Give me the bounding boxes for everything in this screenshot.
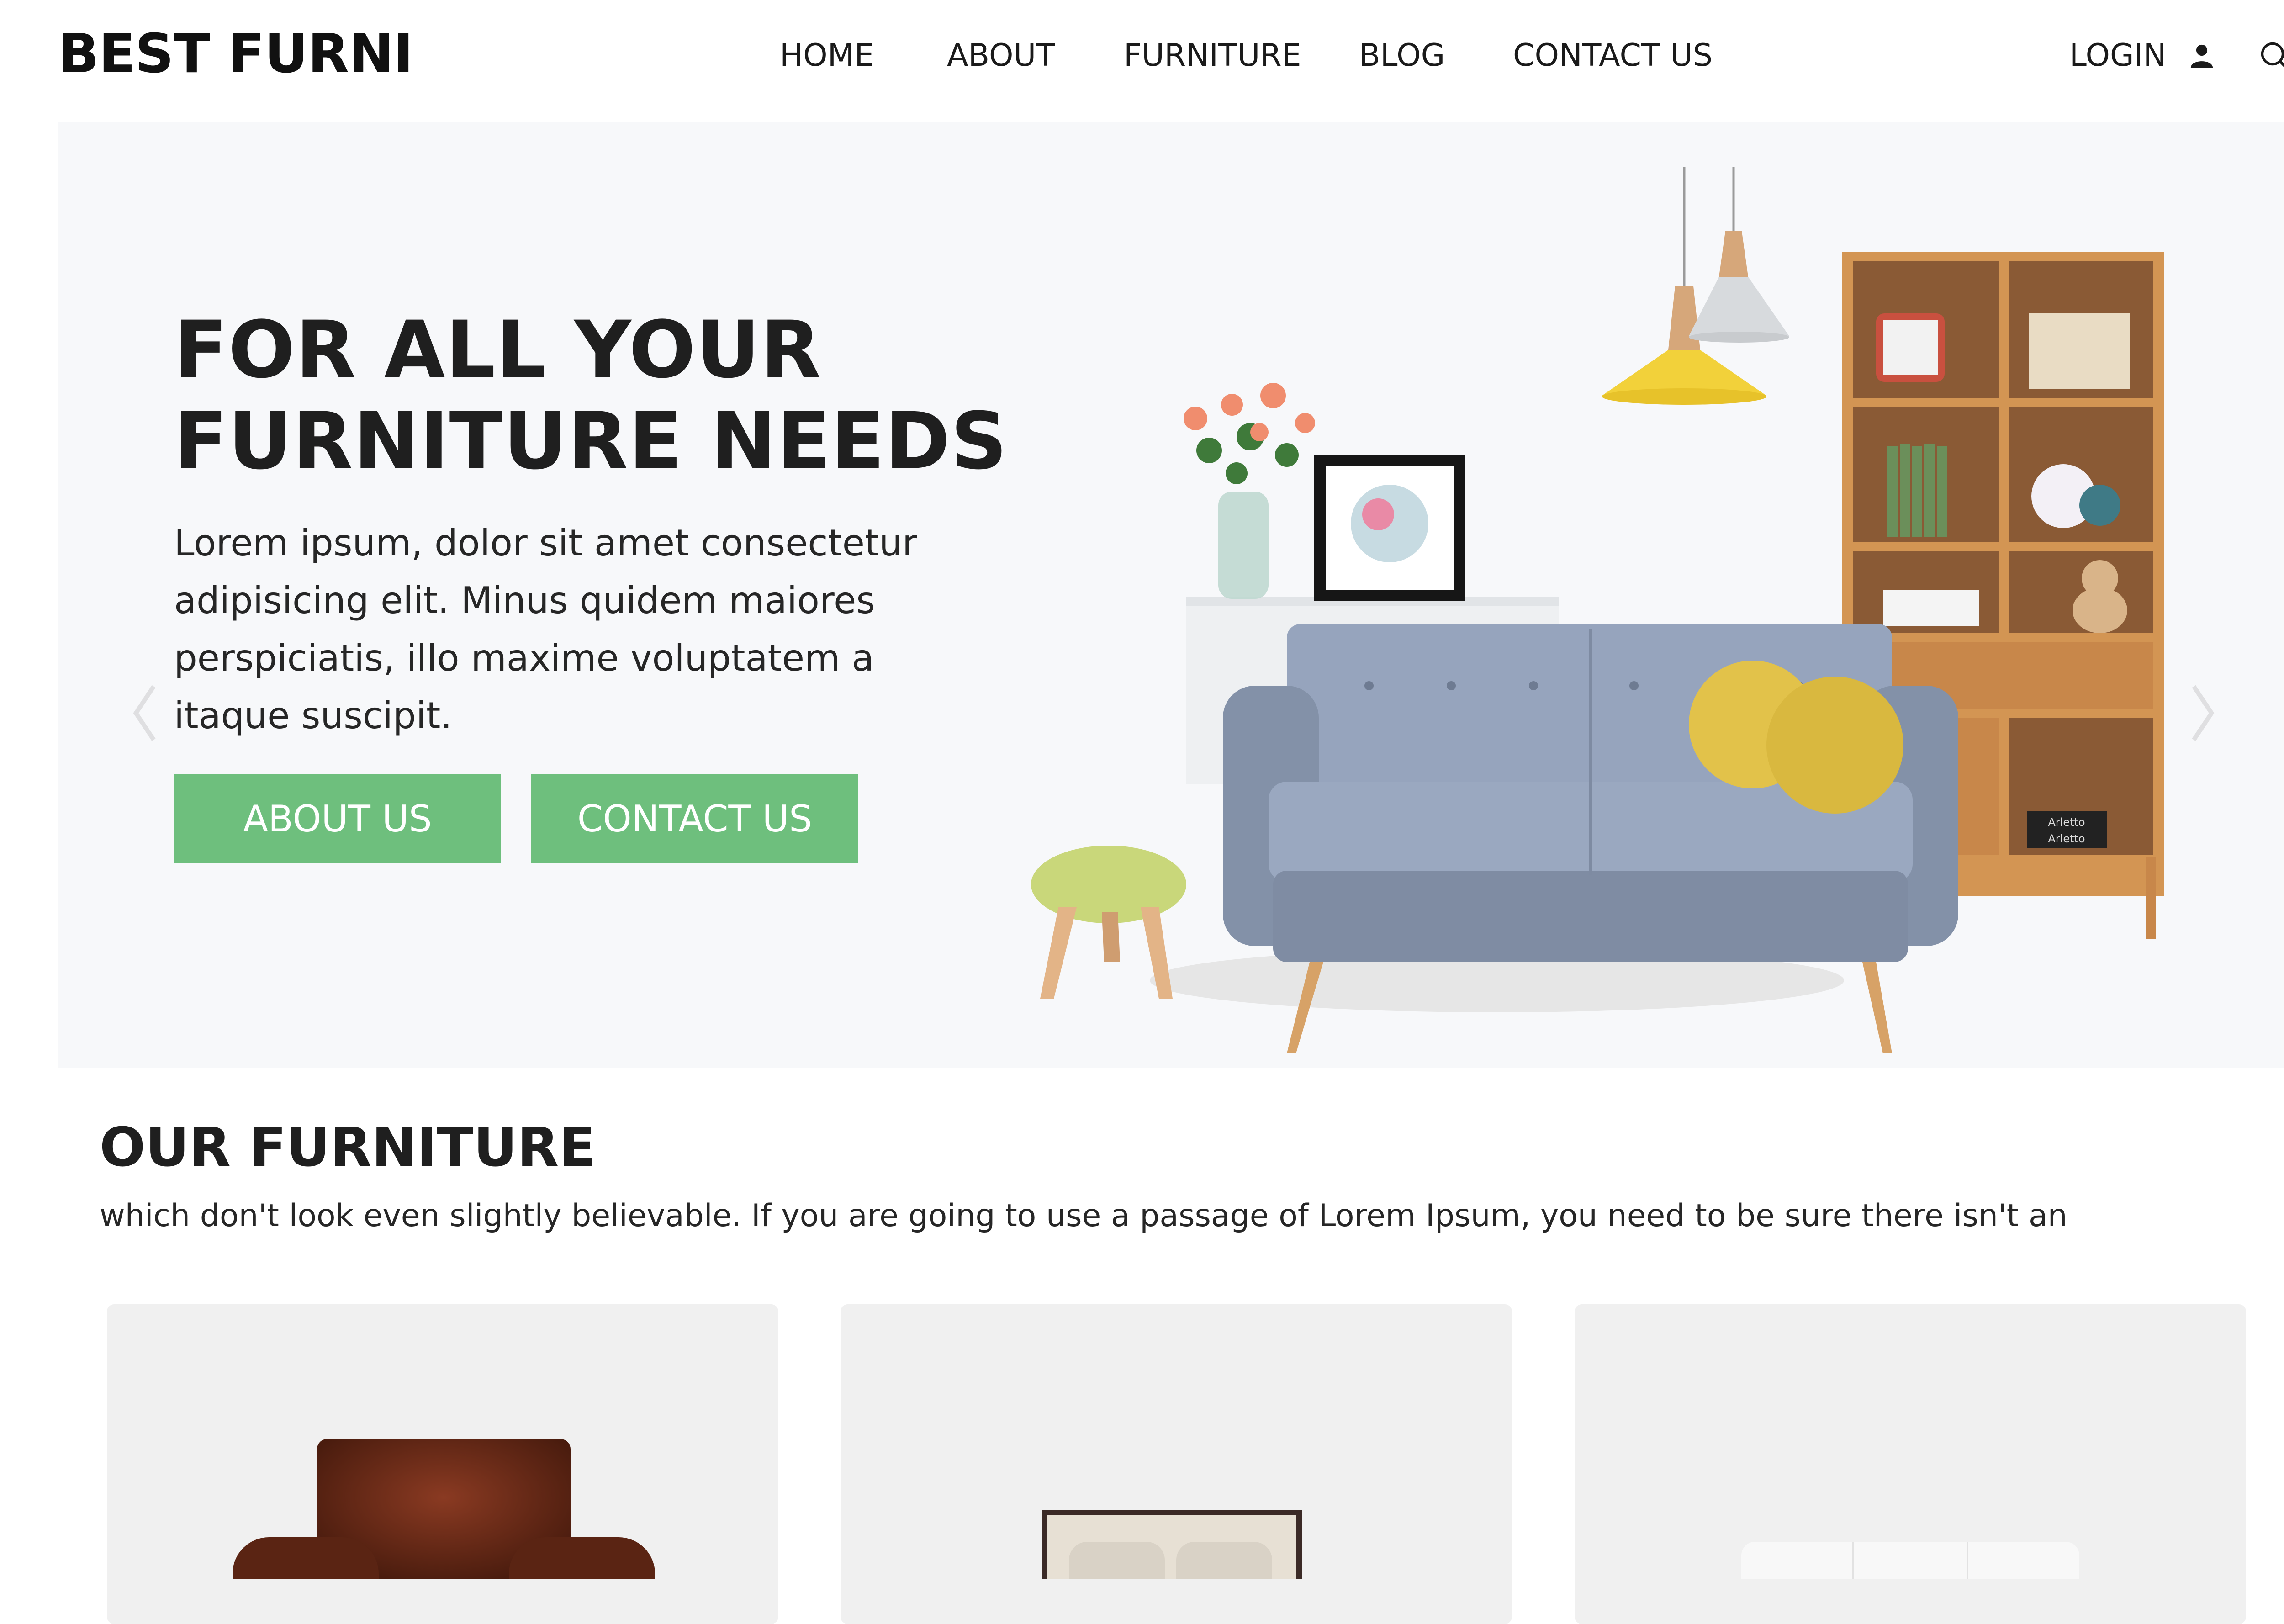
user-icon [2189, 42, 2215, 69]
bed-image [841, 1304, 1512, 1579]
hero-living-room-image: Arletto Arletto [994, 122, 2284, 1068]
shelf-book-label-2: Arletto [2048, 832, 2085, 845]
about-us-button[interactable]: ABOUT US [174, 774, 501, 863]
blue-sofa [1150, 624, 1958, 1053]
section-description: which don't look even slightly believabl… [100, 1201, 2067, 1232]
hero-description: Lorem ipsum, dolor sit amet consectetur … [174, 514, 987, 745]
contact-us-button[interactable]: CONTACT US [531, 774, 858, 863]
hero-title: FOR ALL YOUR FURNITURE NEEDS [174, 304, 1088, 487]
nav-furniture[interactable]: FURNITURE [1124, 40, 1301, 71]
nav-about[interactable]: ABOUT [947, 40, 1055, 71]
hero-slider: FOR ALL YOUR FURNITURE NEEDS Lorem ipsum… [58, 122, 2284, 1068]
shelf-book-label-1: Arletto [2048, 816, 2085, 829]
section-title: OUR FURNITURE [100, 1120, 596, 1174]
hero-title-line-2: FURNITURE NEEDS [174, 396, 1088, 487]
armchair-image [107, 1304, 778, 1579]
main-nav: HOME ABOUT FURNITURE BLOG CONTACT US [0, 40, 2284, 77]
pendant-lamp-grey [1689, 167, 1789, 343]
nav-contact-us[interactable]: CONTACT US [1513, 40, 1713, 71]
product-card-bed[interactable] [841, 1304, 1512, 1624]
product-card-white-sofa[interactable] [1575, 1304, 2246, 1624]
picture-frame [1314, 455, 1465, 601]
carousel-prev-icon[interactable] [129, 683, 161, 743]
login-label: LOGIN [2069, 40, 2167, 71]
flower-vase [1184, 383, 1315, 599]
nav-blog[interactable]: BLOG [1359, 40, 1445, 71]
login-link[interactable]: LOGIN [2069, 40, 2215, 71]
white-sofa-image [1575, 1304, 2246, 1579]
hero-title-line-1: FOR ALL YOUR [174, 304, 1088, 396]
nav-home[interactable]: HOME [780, 40, 874, 71]
search-icon[interactable] [2259, 40, 2284, 73]
product-card-armchair[interactable] [107, 1304, 778, 1624]
green-stool [1031, 846, 1186, 999]
